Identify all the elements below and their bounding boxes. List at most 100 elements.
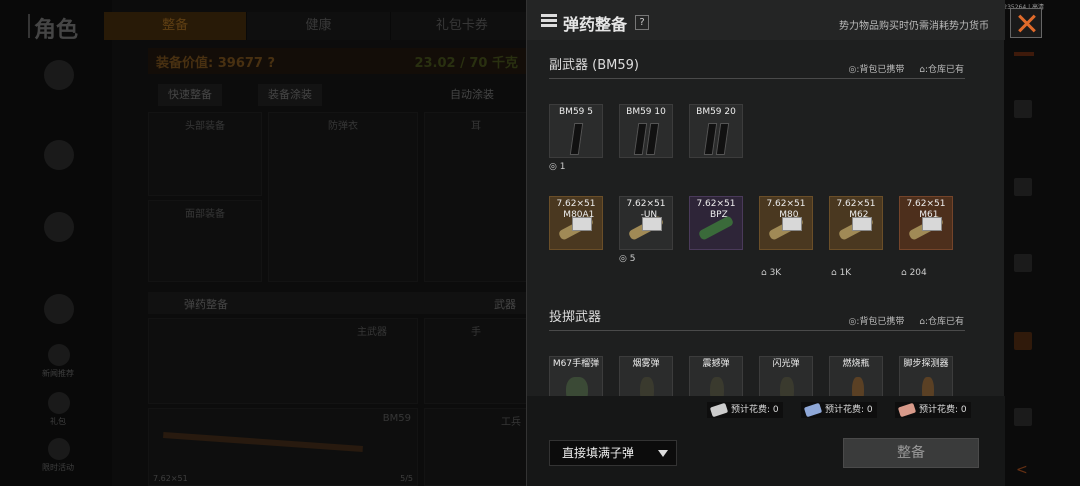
gear-summary-bar: 装备价值: 39677 ? 23.02 / 70 千克: [148, 48, 528, 74]
secondary-weapon-slot[interactable]: BM59 7.62×51 5/5: [148, 408, 418, 486]
quick-equip-button[interactable]: 快速整备: [158, 84, 222, 106]
magazine-icon: [703, 123, 718, 155]
magazine-icon: [569, 123, 584, 155]
section-divider: [549, 78, 965, 79]
section-divider: [549, 330, 965, 331]
rail-label-gift: 礼包: [50, 417, 66, 426]
head-slot[interactable]: 头部装备: [148, 112, 262, 196]
equip-button[interactable]: 整备: [843, 438, 979, 468]
ammo-equip-section[interactable]: 弹药整备 武器: [148, 292, 528, 314]
gear-value: 装备价值: 39677 ?: [156, 56, 276, 71]
face-slot[interactable]: 面部装备: [148, 200, 262, 282]
page-title: 角色: [27, 12, 78, 44]
magazine-icon: [645, 123, 660, 155]
throwables-legend: ◎:背包已携带 ⌂:仓库已有: [836, 314, 964, 327]
weapons-section-label: 武器: [494, 298, 516, 311]
auto-paint-toggle[interactable]: 自动涂装: [440, 84, 504, 106]
ammo-storage-count: ⌂ 1K: [831, 268, 852, 278]
throwable-name: 燃烧瓶: [842, 359, 870, 369]
gear-paint-button[interactable]: 装备涂装: [258, 84, 322, 106]
armor-slot[interactable]: 防弹衣: [268, 112, 418, 282]
mail-icon[interactable]: [44, 294, 74, 324]
magazine-count: ◎ 1: [549, 162, 566, 172]
cost-text: 预计花费: 0: [919, 405, 967, 415]
cost-text: 预计花费: 0: [731, 405, 779, 415]
container-icon[interactable]: [1014, 254, 1032, 272]
hand-slot-label: 手: [471, 327, 481, 338]
magazine-icon: [633, 123, 648, 155]
ammo-m80a1[interactable]: 7.62×51 M80A1: [549, 196, 603, 250]
ammo-count-text: 5/5: [400, 474, 413, 483]
ammo-box-icon: [852, 217, 872, 231]
news-icon[interactable]: [48, 344, 70, 366]
rail-label-news: 新闻推荐: [42, 369, 74, 378]
hand-slot[interactable]: 手: [424, 318, 528, 404]
close-button[interactable]: [1010, 8, 1042, 38]
container-icon-active[interactable]: [1014, 332, 1032, 350]
character-icon[interactable]: [44, 60, 74, 90]
ammo-box-icon: [642, 217, 662, 231]
magazine-bm59-20[interactable]: BM59 20: [689, 104, 743, 158]
armor-slot-label: 防弹衣: [328, 121, 358, 132]
rail-label-event: 限时活动: [42, 463, 74, 472]
secondary-weapon-title: 副武器 (BM59): [549, 58, 639, 73]
ammo-equip-label: 弹药整备: [184, 298, 228, 311]
event-icon[interactable]: [48, 438, 70, 460]
ear-slot-label: 耳: [471, 121, 481, 132]
legend-backpack: ◎:背包已携带: [848, 65, 905, 75]
gear-weight: 23.02 / 70 千克: [414, 56, 518, 71]
secondary-legend: ◎:背包已携带 ⌂:仓库已有: [836, 62, 964, 75]
cost-estimate: 预计花费: 0: [895, 402, 971, 418]
chevron-down-icon: [658, 450, 668, 457]
modal-footer: 预计花费: 0 预计花费: 0 预计花费: 0 直接填满子弹 整备: [527, 396, 1005, 486]
ammo-un[interactable]: 7.62×51 -UN: [619, 196, 673, 250]
ammo-storage-count: ⌂ 204: [901, 268, 927, 278]
collapse-arrow-icon[interactable]: <: [1016, 462, 1028, 478]
magazine-name: BM59 20: [696, 107, 736, 117]
container-icon[interactable]: [1014, 408, 1032, 426]
fill-ammo-dropdown[interactable]: 直接填满子弹: [549, 440, 677, 466]
character-tabs: 整备 健康 礼包卡券: [104, 12, 534, 40]
cost-text: 预计花费: 0: [825, 405, 873, 415]
magazine-name: BM59 10: [626, 107, 666, 117]
ammo-box-icon: [782, 217, 802, 231]
backpack-icon[interactable]: [44, 140, 74, 170]
cash-red-icon: [897, 402, 917, 418]
ammo-bpz[interactable]: 7.62×51 BPZ: [689, 196, 743, 250]
modal-header: 弹药整备 ? 势力物品购买时仍需消耗势力货币: [527, 0, 1005, 40]
rifle-image: [163, 432, 363, 452]
ammo-m61[interactable]: 7.62×51 M61: [899, 196, 953, 250]
throwable-name: 脚步探测器: [903, 359, 949, 369]
tab-gift-cards[interactable]: 礼包卡券: [390, 12, 534, 40]
gift-icon[interactable]: [48, 392, 70, 414]
ammo-box-icon: [922, 217, 942, 231]
tab-health[interactable]: 健康: [247, 12, 391, 40]
magazine-bm59-5[interactable]: BM59 5: [549, 104, 603, 158]
skill-icon[interactable]: [44, 212, 74, 242]
ammo-m62[interactable]: 7.62×51 M62: [829, 196, 883, 250]
throwables-title: 投掷武器: [549, 310, 602, 325]
face-slot-label: 面部装备: [185, 209, 225, 220]
tool-slot[interactable]: 工兵: [424, 408, 528, 486]
ammo-caliber-text: 7.62×51: [153, 474, 188, 483]
throwable-name: M67手榴弹: [552, 359, 600, 369]
magazine-bm59-10[interactable]: BM59 10: [619, 104, 673, 158]
legend-storage: ⌂:仓库已有: [919, 65, 964, 75]
ammo-box-icon: [572, 217, 592, 231]
ammo-m80[interactable]: 7.62×51 M80: [759, 196, 813, 250]
ammo-list-icon: [541, 14, 557, 28]
container-icon[interactable]: [1014, 178, 1032, 196]
magazine-name: BM59 5: [559, 107, 593, 117]
head-slot-label: 头部装备: [185, 121, 225, 132]
ear-slot[interactable]: 耳: [424, 112, 528, 282]
modal-title: 弹药整备: [563, 15, 628, 34]
primary-weapon-label: 主武器: [357, 327, 387, 338]
shirt-icon[interactable]: [1014, 100, 1032, 118]
fill-ammo-option: 直接填满子弹: [562, 446, 635, 460]
tab-equip[interactable]: 整备: [104, 12, 248, 40]
magazine-icon: [715, 123, 730, 155]
cost-estimate: 预计花费: 0: [801, 402, 877, 418]
primary-weapon-slot[interactable]: 主武器: [148, 318, 418, 404]
tool-slot-label: 工兵: [501, 417, 521, 428]
help-button[interactable]: ?: [635, 15, 649, 30]
